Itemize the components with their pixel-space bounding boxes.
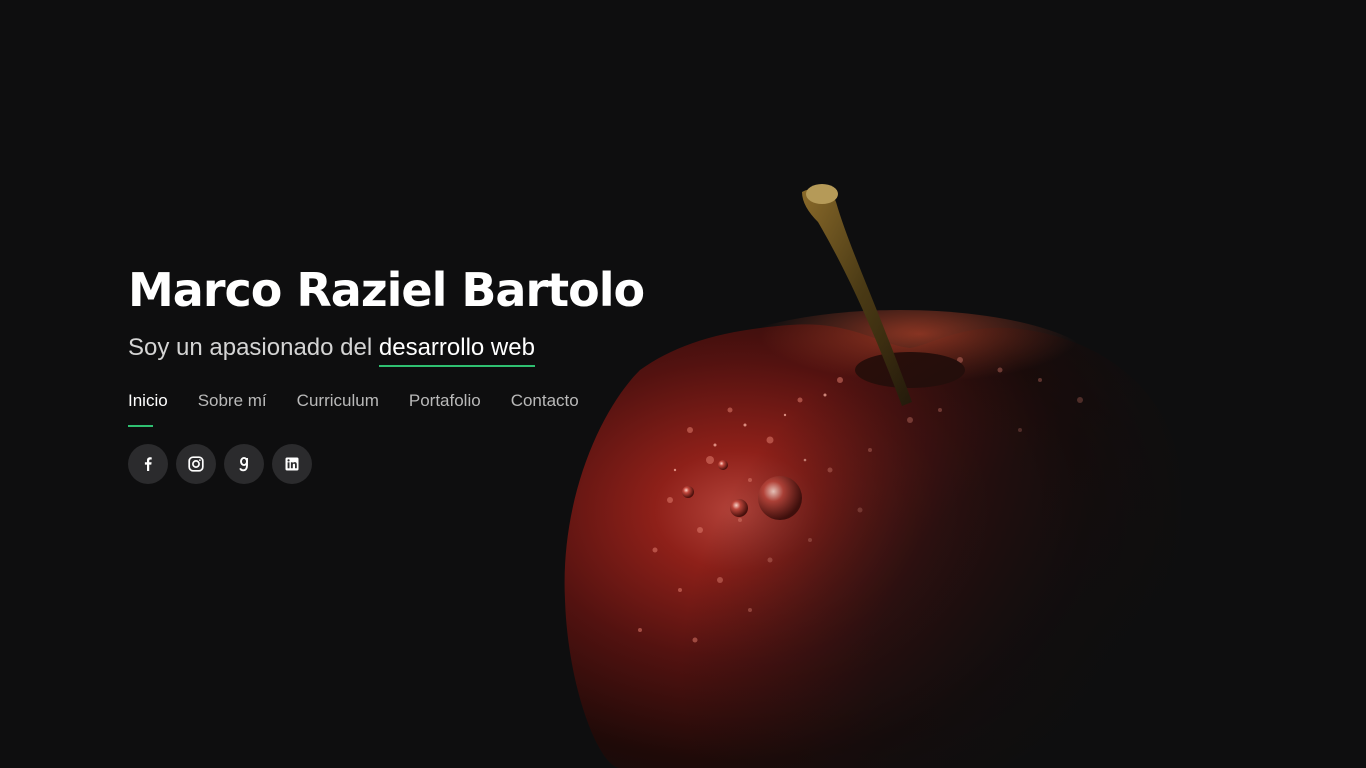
facebook-button[interactable] [128, 444, 168, 484]
social-links [128, 444, 644, 484]
linkedin-icon [285, 457, 299, 471]
hero-subtitle-highlight: desarrollo web [378, 333, 535, 367]
goodreads-icon [239, 456, 248, 472]
hero-subtitle: Soy un apasionado del desarrollo web [128, 328, 644, 368]
goodreads-button[interactable] [224, 444, 264, 484]
nav-item-portafolio[interactable]: Portafolio [409, 390, 481, 420]
nav-item-sobre-mi[interactable]: Sobre mí [198, 390, 267, 420]
hero-content: Marco Raziel Bartolo Soy un apasionado d… [128, 258, 645, 484]
nav-item-contacto[interactable]: Contacto [511, 390, 579, 420]
hero-page: Marco Raziel Bartolo Soy un apasionado d… [0, 0, 1366, 768]
instagram-button[interactable] [176, 444, 216, 484]
apple-background-image [540, 170, 1240, 768]
hero-subtitle-prefix: Soy un apasionado del [128, 334, 373, 361]
nav-item-curriculum[interactable]: Curriculum [297, 390, 379, 420]
hero-title: Marco Raziel Bartolo [128, 263, 645, 317]
instagram-icon [188, 456, 204, 472]
facebook-icon [144, 457, 152, 471]
nav-item-inicio[interactable]: Inicio [128, 390, 168, 427]
linkedin-button[interactable] [272, 444, 312, 484]
main-nav: Inicio Sobre mí Curriculum Portafolio Co… [128, 390, 644, 427]
